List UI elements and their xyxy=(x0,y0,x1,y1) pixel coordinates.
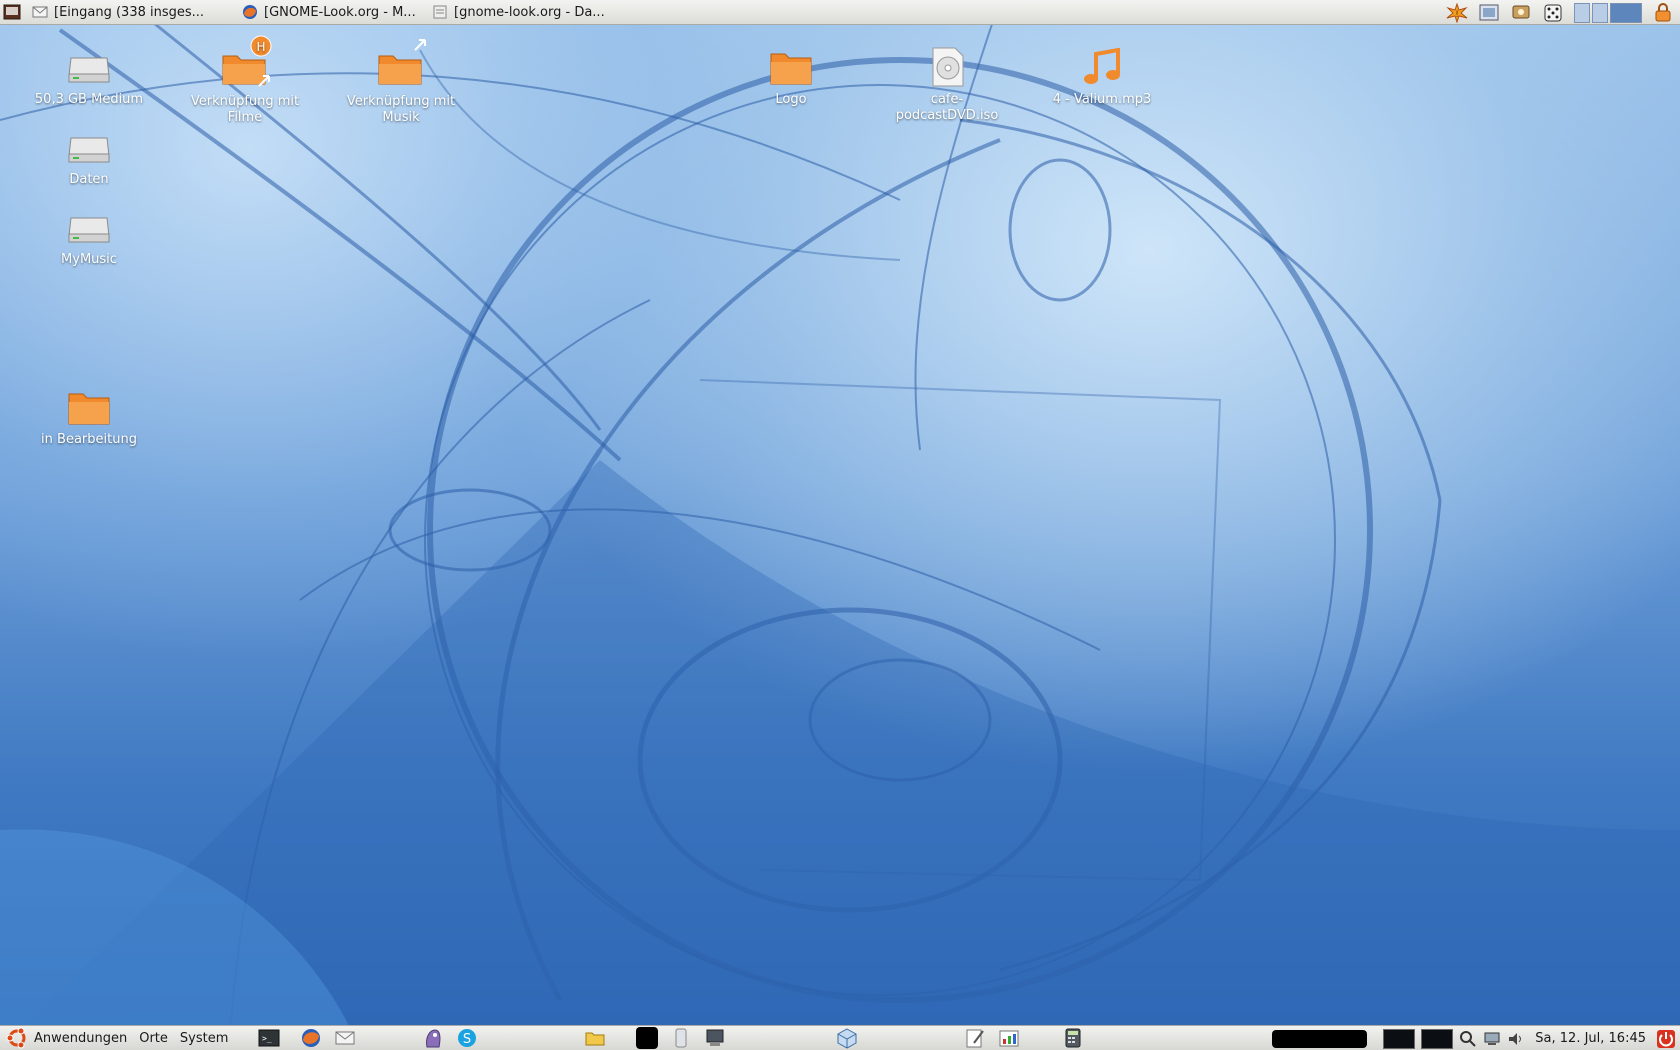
redacted-launcher xyxy=(636,1027,659,1049)
taskbar-item-mail[interactable]: [Eingang (338 insges... xyxy=(24,0,234,25)
firefox-icon xyxy=(243,5,257,19)
desktop-icon-link-musik[interactable]: Verknüpfung mit Musik xyxy=(336,34,466,126)
warning-burst-icon[interactable]: ! xyxy=(1446,2,1468,23)
folder-icon[interactable] xyxy=(584,1027,606,1049)
folder-icon xyxy=(68,393,110,425)
top-tray: ! xyxy=(1446,0,1680,25)
main-menu: Anwendungen Orte System xyxy=(0,1027,234,1049)
desktop-icon-daten-drive[interactable]: Daten xyxy=(24,128,154,188)
drive-icon xyxy=(68,137,110,163)
svg-text:!: ! xyxy=(1455,10,1459,20)
launcher-bar: >_ S xyxy=(252,1027,1090,1049)
svg-text:>_: >_ xyxy=(262,1034,272,1043)
svg-text:H: H xyxy=(256,40,265,54)
desktop-icon-logo-folder[interactable]: Logo xyxy=(726,48,856,108)
computer-icon[interactable] xyxy=(1483,1030,1501,1048)
bottom-tray: Sa, 12. Jul, 16:45 xyxy=(1272,1026,1680,1050)
chart-icon[interactable] xyxy=(998,1027,1020,1049)
desktop-icon-mp3[interactable]: 4 - Valium.mp3 xyxy=(1037,48,1167,108)
desktop-wallpaper xyxy=(0,0,1680,1050)
removable-icon[interactable] xyxy=(670,1027,692,1049)
desktop-icon-label: Daten xyxy=(69,172,109,187)
disc-image-icon xyxy=(932,47,964,87)
screenshot-icon[interactable] xyxy=(1478,3,1500,23)
desktop-icon-label: in Bearbeitung xyxy=(41,432,137,447)
drive-icon xyxy=(68,217,110,243)
desktop-icon-label: Logo xyxy=(775,92,807,107)
show-desktop-button[interactable] xyxy=(0,0,24,25)
workspace-2[interactable] xyxy=(1592,2,1608,23)
desktop-icon-label: 4 - Valium.mp3 xyxy=(1052,92,1152,107)
firefox-icon[interactable] xyxy=(300,1027,322,1049)
show-desktop-icon xyxy=(3,4,21,20)
menu-places[interactable]: Orte xyxy=(133,1031,174,1046)
svg-text:S: S xyxy=(463,1032,471,1047)
folder-link-icon xyxy=(378,39,426,85)
mail-icon[interactable] xyxy=(334,1027,356,1049)
desktop-icon-label: Verknüpfung mit Musik xyxy=(346,94,456,125)
desktop-icon-link-filme[interactable]: H Verknüpfung mit Filme xyxy=(180,34,310,126)
display-settings-icon[interactable] xyxy=(1510,3,1532,23)
terminal-icon[interactable]: >_ xyxy=(258,1027,280,1049)
cube-icon[interactable] xyxy=(836,1027,858,1049)
pidgin-icon[interactable] xyxy=(422,1027,444,1049)
mail-icon xyxy=(32,6,48,18)
taskbar-item-gnome-look-da[interactable]: [gnome-look.org - Da... xyxy=(424,0,614,25)
desktop-icon-in-bearbeitung[interactable]: in Bearbeitung xyxy=(24,388,154,448)
redacted-area xyxy=(1272,1029,1368,1048)
document-icon xyxy=(433,5,447,19)
volume-icon[interactable] xyxy=(1507,1030,1525,1048)
ubuntu-logo-icon xyxy=(6,1027,26,1049)
network-icon[interactable] xyxy=(704,1027,726,1049)
desktop-icon-label: Verknüpfung mit Filme xyxy=(190,94,300,125)
bottom-panel: Anwendungen Orte System >_ S Sa, 12. Jul… xyxy=(0,1025,1680,1050)
workspace-switcher xyxy=(1574,2,1642,23)
desktop-icon-iso[interactable]: cafe-podcastDVD.iso xyxy=(882,46,1012,124)
music-note-icon xyxy=(1084,48,1120,84)
folder-icon xyxy=(770,53,812,85)
desktop-icon-medium-drive[interactable]: 50,3 GB Medium xyxy=(24,48,154,108)
workspace-1[interactable] xyxy=(1574,2,1590,23)
drive-icon xyxy=(68,57,110,83)
desktop-icon-label: cafe-podcastDVD.iso xyxy=(895,92,999,123)
calculator-icon[interactable] xyxy=(1062,1027,1084,1049)
taskbar-item-label: [Eingang (338 insges... xyxy=(54,4,205,20)
folder-link-icon: H xyxy=(222,35,272,87)
taskbar-item-label: [gnome-look.org - Da... xyxy=(454,4,605,20)
dice-icon[interactable] xyxy=(1542,3,1564,23)
network-monitor[interactable] xyxy=(1421,1028,1454,1049)
lock-icon[interactable] xyxy=(1652,2,1674,23)
workspace-3[interactable] xyxy=(1610,2,1642,23)
desktop-icon-mymusic-drive[interactable]: MyMusic xyxy=(24,208,154,268)
editor-icon[interactable] xyxy=(964,1027,986,1049)
shutdown-icon[interactable] xyxy=(1656,1029,1676,1049)
top-panel: [Eingang (338 insges... [GNOME-Look.org … xyxy=(0,0,1680,25)
menu-system[interactable]: System xyxy=(174,1031,234,1046)
wallpaper-swirls xyxy=(0,0,1680,1050)
taskbar-item-label: [GNOME-Look.org - M... xyxy=(264,4,416,20)
search-icon[interactable] xyxy=(1459,1030,1477,1048)
cpu-monitor[interactable] xyxy=(1383,1028,1416,1049)
clock[interactable]: Sa, 12. Jul, 16:45 xyxy=(1531,1031,1650,1046)
desktop-icon-label: 50,3 GB Medium xyxy=(34,92,144,107)
skype-icon[interactable]: S xyxy=(456,1027,478,1049)
taskbar-item-gnome-look-m[interactable]: [GNOME-Look.org - M... xyxy=(234,0,424,25)
desktop-icon-label: MyMusic xyxy=(61,252,117,267)
menu-applications[interactable]: Anwendungen xyxy=(28,1031,133,1046)
